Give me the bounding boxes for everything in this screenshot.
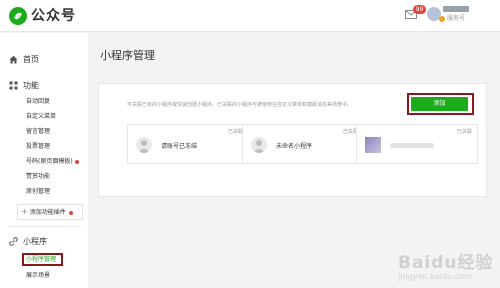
card-name: 未命名小程序: [276, 143, 313, 150]
watermark: Baidu经验 jingyan.baidu.com: [382, 246, 494, 286]
sidebar-item-templates[interactable]: 号码(原页面模板): [26, 158, 79, 166]
watermark-text: Baidu经验: [398, 253, 494, 273]
sidebar-section-miniprogram: 小程序: [9, 236, 47, 247]
default-avatar-icon: [251, 137, 267, 153]
grid-icon: [9, 81, 18, 90]
sidebar-item-original[interactable]: 原创管理: [26, 188, 50, 196]
plus-icon: +: [21, 207, 28, 216]
card-name: 请账号已冻结: [161, 143, 198, 150]
account-type-icon: [439, 16, 445, 22]
wechat-logo-icon: [9, 7, 27, 25]
sidebar-item-home[interactable]: 首页: [9, 54, 39, 65]
add-plugin-label: 添加功能插件: [29, 209, 66, 216]
sidebar-item-comments[interactable]: 留言管理: [26, 128, 50, 136]
add-plugin-button[interactable]: + 添加功能插件: [17, 204, 83, 220]
add-miniprogram-button[interactable]: 添加: [411, 97, 468, 111]
sidebar-miniprogram-title: 小程序: [23, 237, 47, 246]
card-status: 已关联: [456, 129, 472, 135]
brand-name: 公众号: [31, 8, 76, 24]
link-icon: [9, 237, 18, 246]
new-indicator-dot: [74, 159, 79, 164]
sidebar-item-templates-label: 号码(原页面模板): [26, 158, 73, 165]
miniprogram-thumbnail-redacted: [365, 137, 381, 153]
sidebar-divider: [9, 226, 81, 227]
sidebar-item-display-scenes[interactable]: 展示场景: [26, 272, 50, 280]
account-name-redacted[interactable]: [443, 6, 469, 12]
sidebar-home-label: 首页: [23, 55, 39, 64]
sidebar-functions-title: 功能: [23, 81, 39, 90]
new-indicator-dot: [68, 210, 73, 215]
miniprogram-card[interactable]: 已关联 未命名小程序: [242, 124, 364, 164]
home-icon: [9, 55, 18, 64]
sidebar-item-reward[interactable]: 赞赏功能: [26, 173, 50, 181]
card-name-redacted: [390, 143, 434, 148]
sidebar-item-auto-reply[interactable]: 自动回复: [26, 98, 50, 106]
panel-description: 可关联已有的小程序或快速创建小程序。已关联的小程序可被使用在自定义菜单和模版消息…: [127, 102, 353, 108]
account-type-label: 服务号: [447, 15, 466, 22]
miniprogram-card[interactable]: 已关联: [356, 124, 478, 164]
default-avatar-icon: [136, 137, 152, 153]
sidebar-item-miniprogram-manage[interactable]: 小程序管理: [26, 256, 56, 264]
top-bar: 公众号 99 服务号: [0, 0, 500, 32]
sidebar-item-votes[interactable]: 投票管理: [26, 143, 50, 151]
card-status: 已关联: [227, 129, 243, 135]
sidebar-item-custom-menu[interactable]: 自定义菜单: [26, 113, 56, 121]
page-title: 小程序管理: [100, 49, 155, 62]
watermark-url: jingyan.baidu.com: [398, 272, 472, 281]
miniprogram-card[interactable]: 已关联 请账号已冻结: [127, 124, 249, 164]
sidebar-section-functions: 功能: [9, 80, 39, 91]
mail-count-badge: 99: [413, 5, 426, 14]
